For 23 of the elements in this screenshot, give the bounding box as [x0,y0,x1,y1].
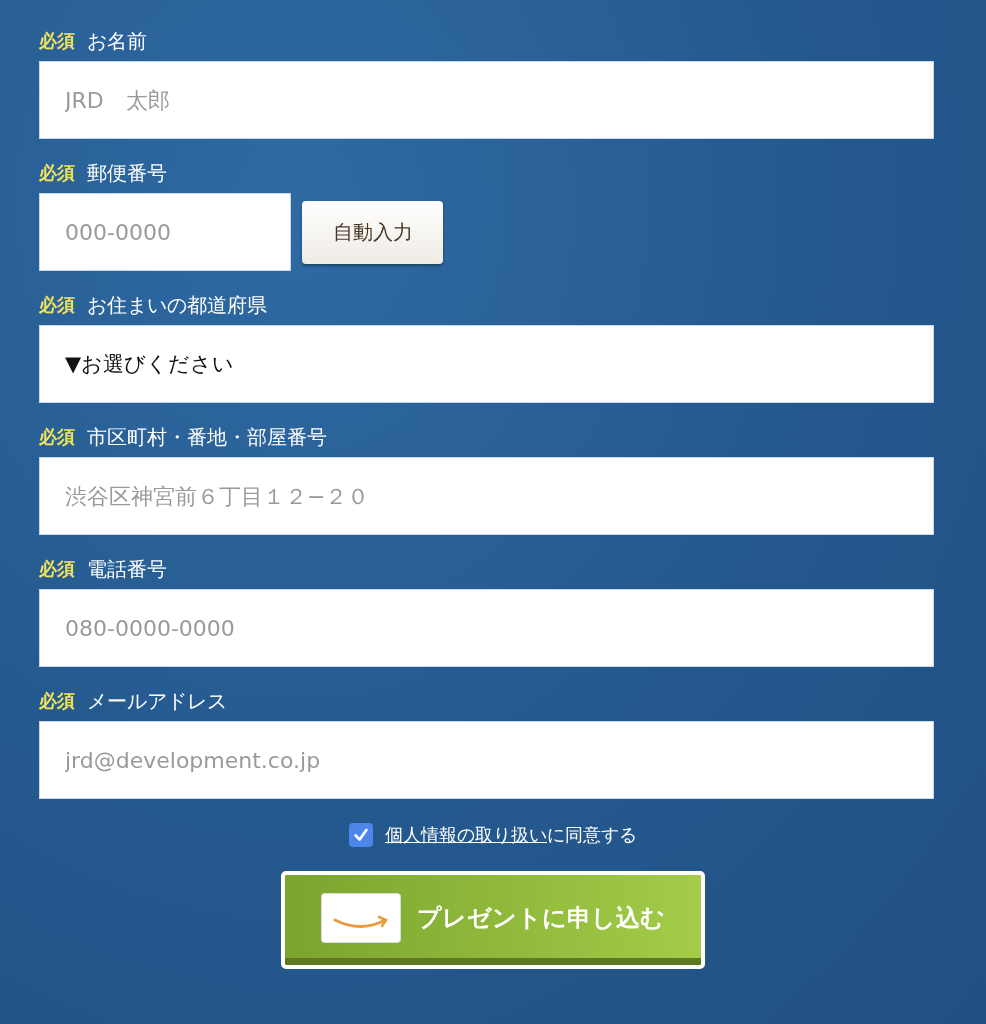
required-label: 必須 [39,425,75,449]
privacy-link[interactable]: 個人情報の取り扱い [385,824,547,845]
input-field[interactable]: 000-0000 [39,193,291,271]
checkbox[interactable] [349,823,373,847]
required-label: 必須 [39,29,75,53]
auto-fill-button[interactable]: 自動入力 [302,200,443,264]
required-label: 必須 [39,293,75,317]
input-field[interactable]: 080-0000-0000 [39,589,934,667]
required-label: 必須 [39,689,75,713]
input-field[interactable]: jrd@development.co.jp [39,721,934,799]
field-label: 電話番号 [87,555,167,583]
consent-text: 個人情報の取り扱いに同意する [385,823,637,847]
check-icon [352,826,370,844]
field-label: お住まいの都道府県 [87,291,267,319]
gift-card-icon [321,892,401,943]
required-label: 必須 [39,161,75,185]
field-label: 郵便番号 [87,159,167,187]
input-field[interactable]: 渋谷区神宮前６丁目１２−２０ [39,457,934,535]
prefecture-select[interactable]: ▼お選びください [39,325,934,403]
field-label: メールアドレス [87,687,227,715]
required-label: 必須 [39,557,75,581]
field-label: お名前 [87,27,147,55]
field-label: 市区町村・番地・部屋番号 [87,423,327,451]
